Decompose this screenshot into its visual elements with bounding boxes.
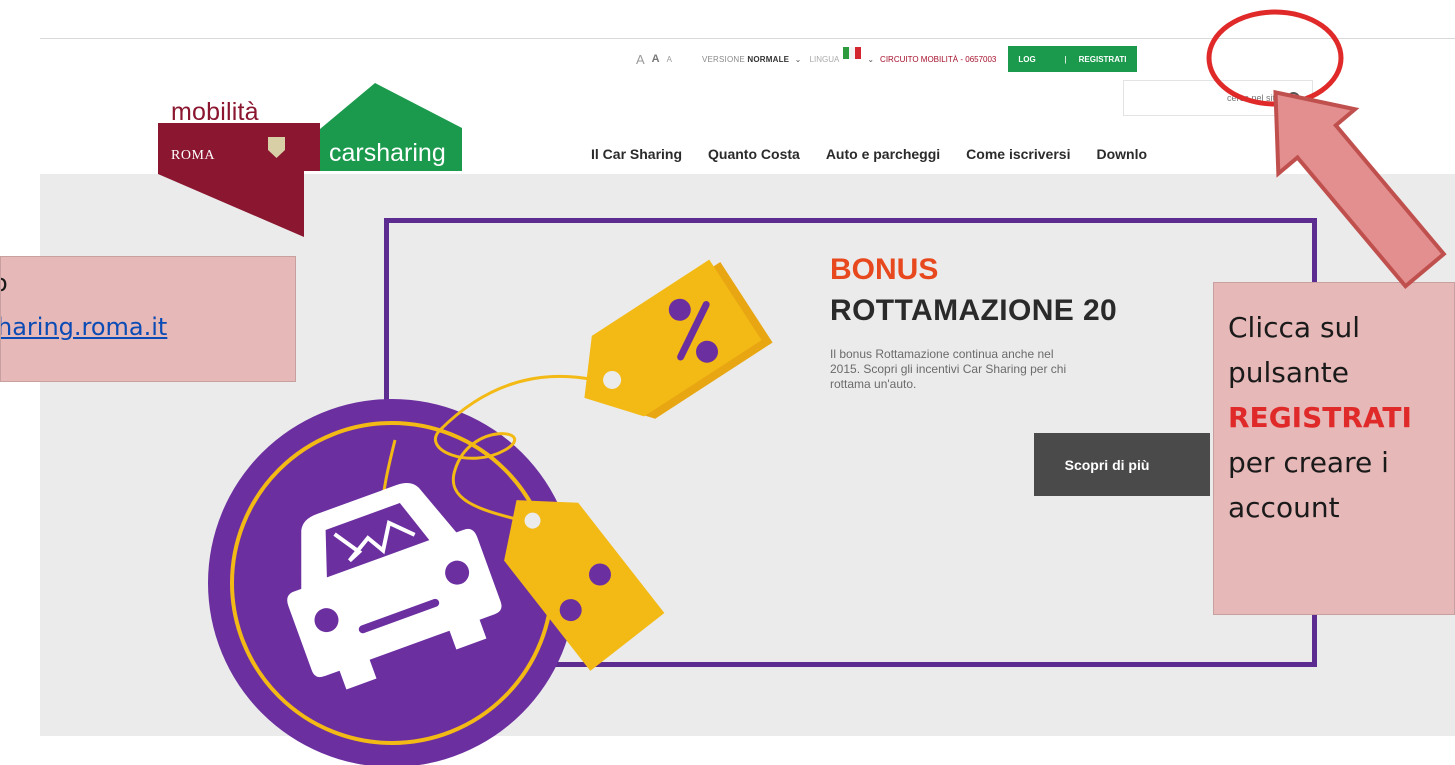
annotation-line-2: pulsante [1228,356,1349,389]
promo-description: Il bonus Rottamazione continua anche nel… [830,347,1067,391]
annotation-line-4: per creare i [1228,446,1389,479]
annotation-left-link[interactable]: haring.roma.it [1,313,167,341]
annotation-line-1: Clicca sul [1228,311,1361,344]
annotation-line-5: account [1228,491,1340,524]
promo-title-rottamazione: ROTTAMAZIONE 20 [830,294,1118,327]
annotation-registrati-highlight: REGISTRATI [1228,401,1412,434]
annotation-left-text: o [1,269,8,297]
scopri-di-piu-button[interactable]: Scopri di più [1034,433,1210,496]
annotation-right-callout: Clicca sul pulsante REGISTRATI per crear… [1213,282,1455,615]
annotation-left-callout: o haring.roma.it [0,256,296,382]
promo-title-bonus: BONUS [830,253,939,286]
discount-tag-top [584,259,773,419]
